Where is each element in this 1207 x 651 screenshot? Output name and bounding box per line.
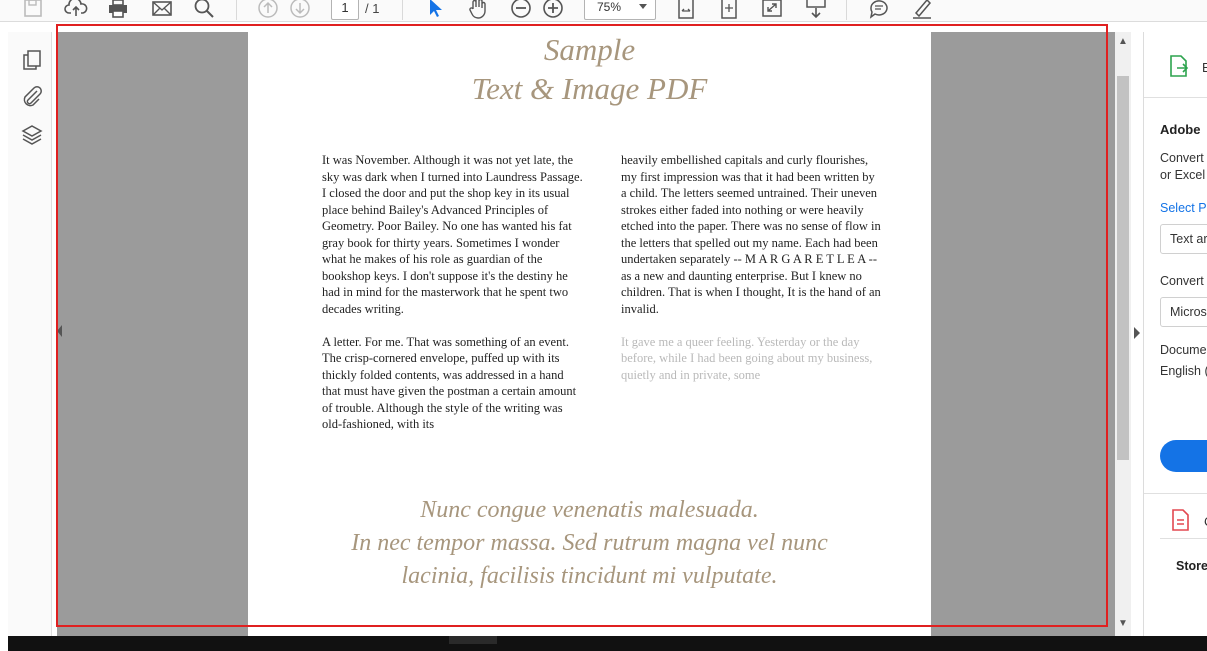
layers-icon[interactable] [20, 122, 44, 146]
toolbar: 1 / 1 75% [0, 0, 1207, 22]
next-page-icon[interactable] [288, 0, 312, 20]
page-title-line2: Text & Image PDF [471, 71, 708, 106]
full-screen-icon[interactable] [760, 0, 784, 20]
taskbar-item[interactable] [449, 636, 497, 644]
zoom-value: 75% [597, 0, 622, 14]
zoom-select[interactable]: 75% [584, 0, 656, 20]
scrollbar-thumb[interactable] [1117, 76, 1129, 460]
paragraph: heavily embellished capitals and curly f… [621, 153, 881, 316]
toolbar-separator [236, 0, 237, 20]
cloud-upload-icon[interactable] [64, 0, 88, 20]
text-column-right: heavily embellished capitals and curly f… [621, 152, 883, 400]
document-language-label: Docume [1160, 343, 1207, 357]
chevron-down-icon [639, 4, 647, 9]
paragraph: A letter. For me. That was something of … [322, 334, 577, 432]
tool-description: Convert [1160, 151, 1204, 165]
create-pdf-icon[interactable] [1170, 508, 1192, 532]
vertical-scrollbar[interactable]: ▲ ▼ [1115, 32, 1131, 636]
tool-header-label: E [1202, 60, 1207, 75]
paragraph-faded: It gave me a queer feeling. Yesterday or… [621, 334, 873, 382]
export-pdf-icon[interactable] [1168, 54, 1190, 78]
left-navigation-pane [8, 32, 52, 636]
toolbar-separator [846, 0, 847, 20]
taskbar [8, 636, 1207, 651]
collapse-right-pane-icon[interactable] [1134, 327, 1140, 339]
tool-header: E [1144, 32, 1207, 98]
page-number-input[interactable]: 1 [331, 0, 359, 20]
page-title-line1: Sample [543, 32, 636, 67]
divider [1160, 538, 1207, 539]
zoom-in-icon[interactable] [541, 0, 565, 20]
comment-icon[interactable] [867, 0, 891, 20]
scroll-mode-icon[interactable] [804, 0, 828, 20]
highlight-icon[interactable] [910, 0, 934, 20]
zoom-out-icon[interactable] [509, 0, 533, 20]
document-viewer[interactable]: Sample Text & Image PDF It was November.… [57, 32, 1115, 636]
fit-page-icon[interactable] [674, 0, 698, 20]
scroll-up-icon[interactable]: ▲ [1118, 36, 1128, 47]
page-total-label: / 1 [365, 1, 380, 16]
toolbar-separator [402, 0, 403, 20]
quote-line: lacinia, facilisis tincidunt mi vulputat… [401, 563, 778, 589]
convert-to-label: Convert [1160, 274, 1204, 288]
page-thumbnails-icon[interactable] [20, 48, 44, 72]
print-icon[interactable] [106, 0, 130, 20]
collapse-left-pane-icon[interactable] [57, 325, 62, 337]
pdf-file-field[interactable]: Text ar [1160, 224, 1207, 254]
quote-line: Nunc congue venenatis malesuada. [420, 497, 759, 523]
document-language-value[interactable]: English ( [1160, 364, 1207, 378]
quote-line: In nec tempor massa. Sed rutrum magna ve… [351, 530, 828, 556]
search-icon[interactable] [192, 0, 216, 20]
convert-format-select[interactable]: Micros [1160, 297, 1207, 327]
convert-button[interactable] [1160, 440, 1207, 472]
tool-description: or Excel [1160, 168, 1206, 182]
pdf-page: Sample Text & Image PDF It was November.… [248, 32, 931, 636]
text-column-left: It was November. Although it was not yet… [322, 152, 584, 449]
select-pdf-link[interactable]: Select Pl [1160, 201, 1207, 215]
scroll-down-icon[interactable]: ▼ [1118, 618, 1128, 629]
previous-page-icon[interactable] [256, 0, 280, 20]
hand-tool-icon[interactable] [466, 0, 490, 20]
paragraph: It was November. Although it was not yet… [322, 153, 583, 316]
store-label: Store [1176, 559, 1207, 573]
fit-width-icon[interactable] [717, 0, 741, 20]
mail-icon[interactable] [150, 0, 174, 20]
attachments-icon[interactable] [20, 84, 44, 108]
divider [1144, 493, 1207, 494]
select-cursor-icon[interactable] [424, 0, 448, 20]
tool-title: Adobe [1160, 122, 1201, 137]
right-tools-pane: E Adobe Convert or Excel Select Pl Text … [1143, 32, 1207, 636]
save-icon[interactable] [21, 0, 45, 20]
pull-quote: Nunc congue venenatis malesuada. In nec … [248, 494, 931, 593]
